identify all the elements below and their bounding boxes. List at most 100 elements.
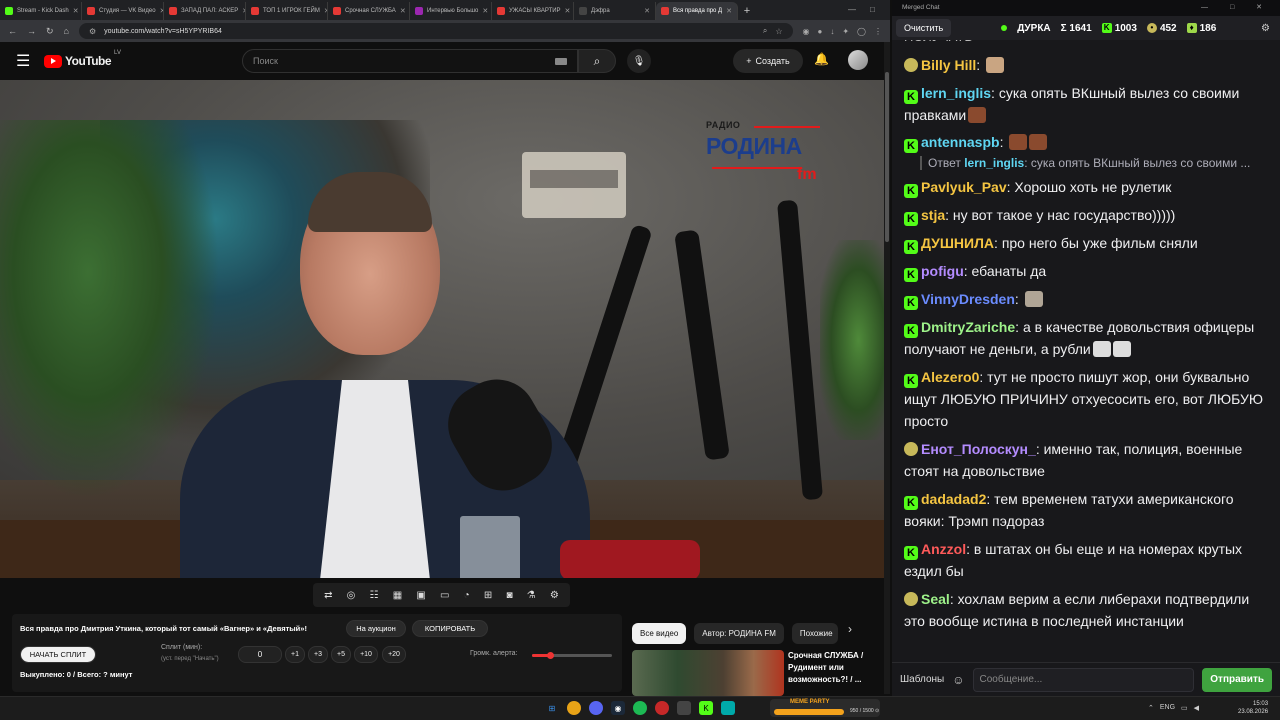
add-icon[interactable]: ⊞ — [484, 590, 492, 601]
browser-tab[interactable]: Дэфра ✕ — [574, 2, 656, 20]
chat-username[interactable]: lern_inglis — [921, 85, 991, 101]
browser-tab[interactable]: ТОП 1 ИГРОК ГЕЙМ✕ — [246, 2, 328, 20]
step-button[interactable]: +3 — [308, 646, 328, 663]
extension-puzzle-icon[interactable]: ✦ — [842, 27, 849, 36]
recommended-video-title[interactable]: Срочная СЛУЖБА / Рудимент или возможност… — [788, 650, 880, 686]
scrollbar-thumb[interactable] — [885, 72, 889, 242]
chip-all-videos[interactable]: Все видео — [632, 622, 687, 644]
send-button[interactable]: Отправить — [1202, 667, 1272, 692]
theater-icon[interactable]: ▭ — [440, 590, 449, 601]
loop-icon[interactable]: ⇄ — [324, 590, 332, 601]
slider-knob[interactable] — [546, 652, 554, 659]
maximize-icon[interactable]: □ — [870, 5, 875, 14]
step-button[interactable]: +1 — [285, 646, 305, 663]
screenshot-icon[interactable]: ◙ — [506, 590, 512, 601]
chat-username[interactable]: Billy Hill — [921, 57, 976, 73]
chip-author[interactable]: Автор: РОДИНА FM — [694, 622, 784, 644]
chat-username[interactable]: Alezero0 — [921, 369, 979, 385]
start-split-button[interactable]: НАЧАТЬ СПЛИТ — [20, 646, 96, 663]
tab-close-icon[interactable]: ✕ — [644, 7, 650, 15]
language-indicator[interactable]: ENG — [1160, 704, 1175, 712]
chevron-right-icon[interactable]: › — [848, 622, 852, 636]
step-button[interactable]: +20 — [382, 646, 406, 663]
chat-username[interactable]: VinnyDresden — [921, 291, 1015, 307]
emoji-icon[interactable]: ☺ — [952, 673, 964, 687]
bookmark-star-icon[interactable]: ☆ — [775, 27, 782, 36]
volume-icon[interactable]: ◀ — [1194, 704, 1199, 712]
chat-username[interactable]: antennaspb — [921, 134, 1000, 150]
site-info-icon[interactable]: ⚙ — [89, 27, 96, 36]
alert-volume-slider[interactable] — [532, 652, 612, 659]
menu-hamburger-icon[interactable]: ☰ — [16, 51, 46, 71]
minimize-icon[interactable]: — — [848, 5, 856, 14]
tab-close-icon[interactable]: ✕ — [400, 7, 406, 15]
clapper-icon[interactable]: ▦ — [393, 590, 402, 601]
browser-tab[interactable]: Stream - Kick Dash ✕ — [0, 2, 82, 20]
avatar[interactable] — [848, 50, 868, 70]
extension-icon[interactable]: ● — [818, 27, 823, 36]
flask-icon[interactable]: ⚗ — [527, 590, 536, 601]
notifications-bell-icon[interactable]: 🔔 — [814, 52, 829, 66]
home-icon[interactable]: ⌂ — [64, 26, 69, 36]
windows-start-icon[interactable]: ⊞ — [545, 701, 559, 715]
youtube-logo[interactable]: YouTube LV — [44, 50, 121, 68]
browser-tab[interactable]: Вся правда про Д ✕ — [656, 2, 738, 20]
browser-tab[interactable]: Студия — VK Видео✕ — [82, 2, 164, 20]
kick-app-icon[interactable]: K — [699, 701, 713, 715]
browser-tab[interactable]: Интервью Большо ✕ — [410, 2, 492, 20]
meme-party-widget[interactable]: MEME PARTY 950 / 1500 ⊙ — [770, 699, 880, 717]
url-field[interactable]: ⚙ youtube.com/watch?v=sH5YPYRIB64 ⌕ ☆ — [78, 23, 793, 39]
obs-icon[interactable] — [677, 701, 691, 715]
discord-icon[interactable] — [589, 701, 603, 715]
video-player[interactable]: РАДИО РОДИНА fm — [0, 80, 884, 578]
forward-icon[interactable]: → — [27, 26, 36, 36]
chat-username[interactable]: DmitryZariche — [921, 319, 1015, 335]
chat-username[interactable]: Seal — [921, 591, 950, 607]
menu-dots-icon[interactable]: ⋮ — [874, 27, 882, 36]
tab-close-icon[interactable]: ✕ — [726, 7, 732, 15]
search-button[interactable]: ⌕ — [578, 49, 616, 73]
download-icon[interactable]: ↓ — [830, 27, 834, 36]
step-button[interactable]: +10 — [354, 646, 378, 663]
voice-search-button[interactable]: 🎙 — [627, 49, 651, 73]
auction-button[interactable]: На аукцион — [346, 620, 406, 637]
chrome-icon[interactable] — [567, 701, 581, 715]
tab-close-icon[interactable]: ✕ — [482, 7, 488, 15]
step-button[interactable]: +5 — [331, 646, 351, 663]
browser-tab[interactable]: ЗАПАД ПАЛ: АСКЕР✕ — [164, 2, 246, 20]
browser-tab[interactable]: Срочная СЛУЖБА ✕ — [328, 2, 410, 20]
search-input[interactable]: Поиск — [242, 49, 578, 73]
chat-settings-icon[interactable]: ⚙ — [1261, 23, 1270, 34]
spotify-icon[interactable] — [633, 701, 647, 715]
playlist-icon[interactable]: ☷ — [370, 590, 379, 601]
clear-button[interactable]: Очистить — [896, 19, 952, 37]
chat-username[interactable]: Pavlyuk_Pav — [921, 179, 1007, 195]
speed-icon[interactable]: ◔ — [464, 590, 470, 601]
app-icon[interactable] — [721, 701, 735, 715]
profile-icon[interactable]: ◯ — [857, 27, 866, 36]
clock[interactable]: 15:03 23.08.2026 — [1238, 700, 1268, 716]
chat-username[interactable]: pofigu — [921, 263, 964, 279]
recommended-video[interactable]: Срочная СЛУЖБА / Рудимент или возможност… — [632, 650, 884, 696]
tab-close-icon[interactable]: ✕ — [73, 7, 79, 15]
video-thumbnail[interactable] — [632, 650, 784, 696]
page-scrollbar[interactable] — [884, 42, 890, 694]
zoom-icon[interactable]: ⌕ — [763, 26, 767, 36]
chat-username[interactable]: ДУШНИЛА — [921, 235, 994, 251]
keyboard-icon[interactable] — [555, 57, 567, 65]
message-input[interactable]: Сообщение... — [972, 667, 1195, 692]
app-icon[interactable] — [655, 701, 669, 715]
window-controls[interactable]: — □ ✕ — [1201, 3, 1272, 11]
extension-icon[interactable]: ◉ — [803, 27, 810, 36]
templates-button[interactable]: Шаблоны — [900, 674, 944, 685]
chip-similar[interactable]: Похожие — [791, 622, 838, 644]
chat-username[interactable]: stja — [921, 207, 945, 223]
chat-username[interactable]: Енот_Полоскун_ — [921, 441, 1036, 457]
tray-chevron-icon[interactable]: ⌃ — [1148, 704, 1154, 712]
steam-icon[interactable]: ◉ — [611, 701, 625, 715]
audio-icon[interactable]: ◎ — [347, 590, 356, 601]
back-icon[interactable]: ← — [8, 26, 17, 36]
chat-username[interactable]: Anzzol — [921, 541, 966, 557]
chat-username[interactable]: dadadad2 — [921, 491, 986, 507]
new-tab-button[interactable]: + — [738, 2, 756, 20]
